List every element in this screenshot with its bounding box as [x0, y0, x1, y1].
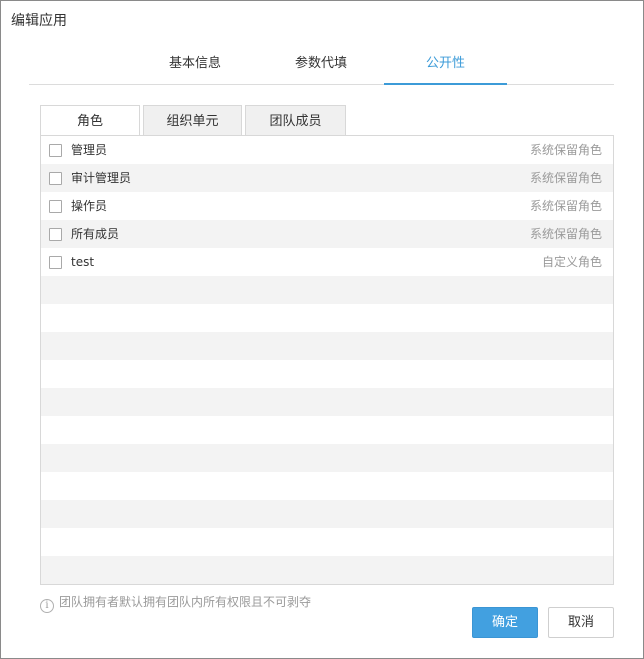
tab-visibility[interactable]: 公开性	[384, 45, 507, 85]
empty-row	[41, 416, 613, 444]
empty-row	[41, 584, 613, 585]
tab-basic-info[interactable]: 基本信息	[141, 45, 249, 85]
empty-row	[41, 472, 613, 500]
role-checkbox[interactable]	[49, 144, 62, 157]
edit-app-dialog: 编辑应用 基本信息 参数代填 公开性 角色 组织单元 团队成员 管理员 系统保留…	[0, 0, 644, 659]
empty-row	[41, 360, 613, 388]
notice-text: 团队拥有者默认拥有团队内所有权限且不可剥夺	[59, 595, 312, 609]
role-name: 审计管理员	[71, 171, 132, 185]
empty-row	[41, 444, 613, 472]
top-tab-bar: 基本信息 参数代填 公开性	[29, 45, 614, 85]
subtab-org-units[interactable]: 组织单元	[143, 105, 242, 136]
role-checkbox[interactable]	[49, 172, 62, 185]
list-item[interactable]: test 自定义角色	[41, 248, 613, 276]
role-type: 系统保留角色	[529, 143, 602, 157]
list-item[interactable]: 管理员 系统保留角色	[41, 136, 613, 164]
empty-row	[41, 332, 613, 360]
role-checkbox[interactable]	[49, 256, 62, 269]
dialog-title: 编辑应用	[11, 13, 67, 29]
list-item[interactable]: 所有成员 系统保留角色	[41, 220, 613, 248]
confirm-button[interactable]: 确定	[472, 607, 538, 638]
role-name: 所有成员	[71, 227, 120, 241]
role-type: 自定义角色	[541, 255, 602, 269]
empty-row	[41, 556, 613, 584]
role-name: 操作员	[71, 199, 108, 213]
tab-param-autofill[interactable]: 参数代填	[267, 45, 375, 85]
empty-row	[41, 500, 613, 528]
role-name: test	[71, 255, 95, 269]
subtab-roles[interactable]: 角色	[40, 105, 140, 136]
role-type: 系统保留角色	[529, 227, 602, 241]
empty-row	[41, 304, 613, 332]
empty-row	[41, 388, 613, 416]
empty-row	[41, 276, 613, 304]
role-checkbox[interactable]	[49, 228, 62, 241]
role-type: 系统保留角色	[529, 199, 602, 213]
cancel-button[interactable]: 取消	[548, 607, 614, 638]
role-name: 管理员	[71, 143, 108, 157]
role-list: 管理员 系统保留角色 审计管理员 系统保留角色 操作员 系统保留角色 所有成员 …	[40, 135, 614, 585]
list-item[interactable]: 审计管理员 系统保留角色	[41, 164, 613, 192]
subtab-team-members[interactable]: 团队成员	[245, 105, 346, 136]
info-notice: i 团队拥有者默认拥有团队内所有权限且不可剥夺	[40, 594, 312, 613]
role-type: 系统保留角色	[529, 171, 602, 185]
empty-row	[41, 528, 613, 556]
info-icon: i	[40, 599, 54, 613]
list-item[interactable]: 操作员 系统保留角色	[41, 192, 613, 220]
role-checkbox[interactable]	[49, 200, 62, 213]
